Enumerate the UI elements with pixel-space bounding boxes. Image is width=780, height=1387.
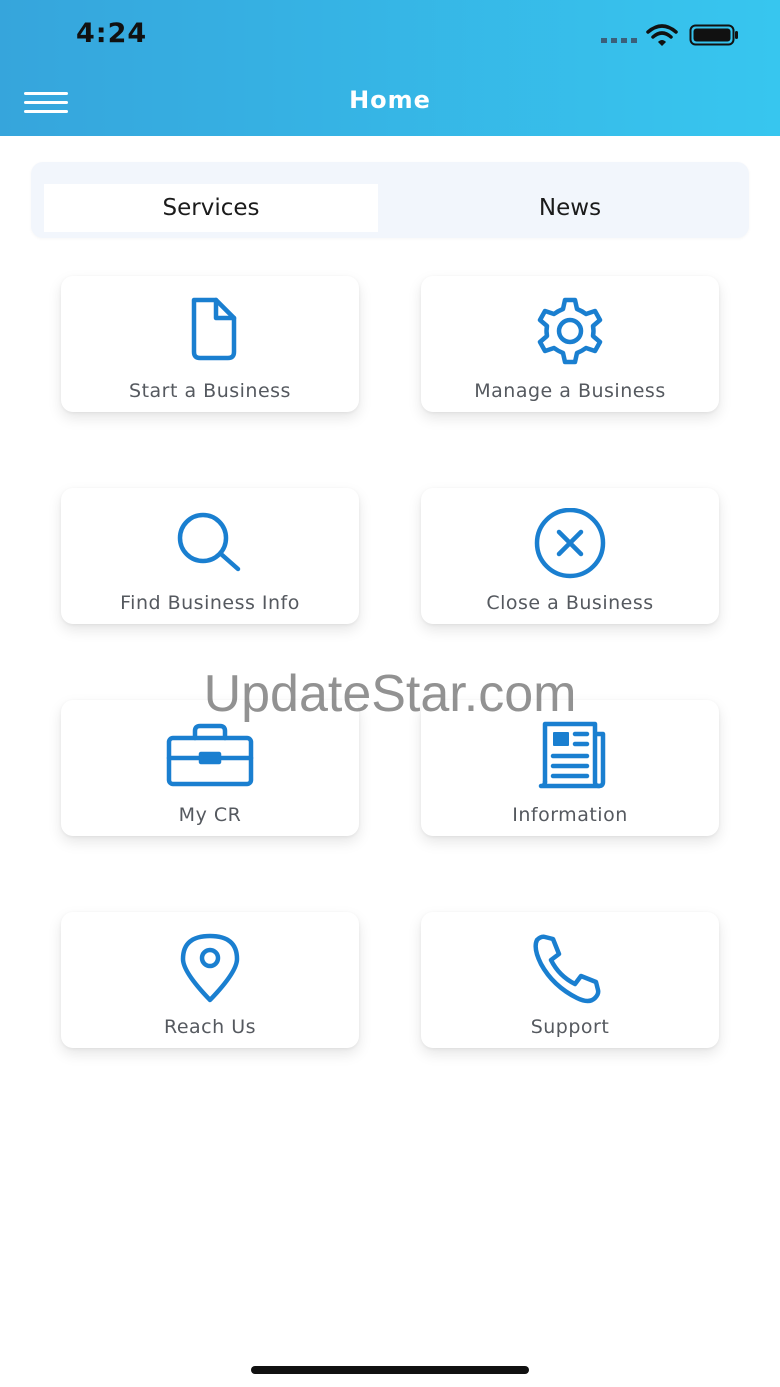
status-time: 4:24 [76,18,148,49]
tile-find-business-info[interactable]: Find Business Info [61,488,359,624]
page-title: Home [349,86,431,114]
tile-close-a-business[interactable]: Close a Business [421,488,719,624]
tile-start-a-business[interactable]: Start a Business [61,276,359,412]
tile-label: Information [512,804,628,826]
phone-icon [533,934,601,1004]
tile-support[interactable]: Support [421,912,719,1048]
wifi-icon [646,24,678,46]
tile-reach-us[interactable]: Reach Us [61,912,359,1048]
segmented-tab-bar: Services News [31,162,749,238]
app-header: 4:24 Home [0,0,780,136]
watermark-text: UpdateStar.com [203,665,577,723]
tile-label: Manage a Business [474,380,666,402]
location-pin-icon [180,933,240,1003]
newspaper-icon [538,721,606,789]
tab-services[interactable]: Services [44,184,378,232]
home-indicator[interactable] [251,1366,529,1374]
gear-icon [537,297,603,365]
tab-news[interactable]: News [391,184,749,232]
search-icon [177,512,241,572]
tile-label: Close a Business [486,592,654,614]
document-icon [191,297,237,361]
tile-label: Support [530,1016,610,1038]
tile-label: My CR [178,804,242,826]
tile-label: Find Business Info [120,592,300,614]
cellular-signal-icon [601,38,637,43]
tile-label: Reach Us [163,1016,256,1038]
close-circle-icon [534,508,606,579]
tile-label: Start a Business [129,380,291,402]
tile-manage-a-business[interactable]: Manage a Business [421,276,719,412]
briefcase-icon [166,723,254,787]
battery-icon [689,24,738,46]
